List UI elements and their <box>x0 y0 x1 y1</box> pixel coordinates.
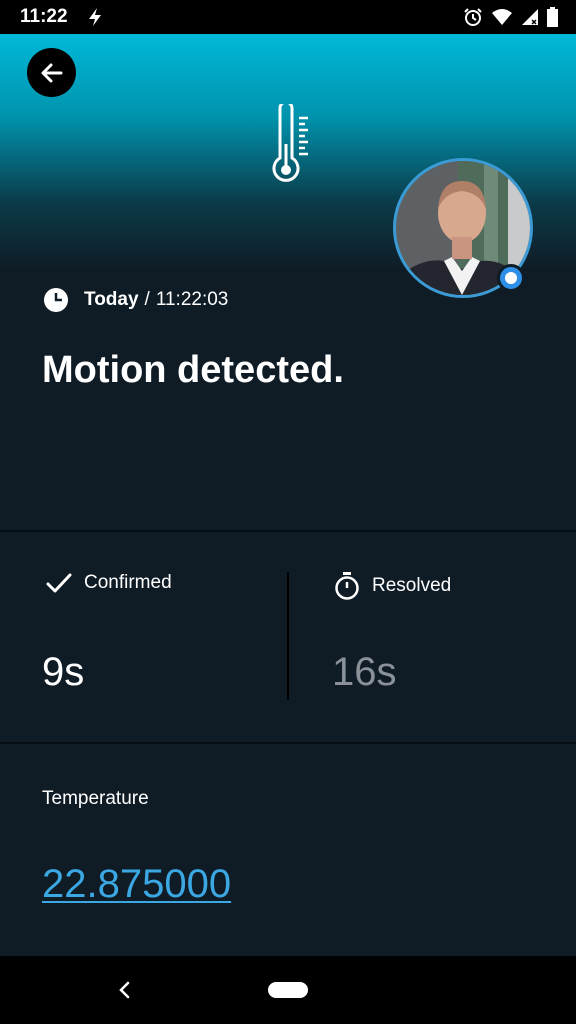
resolved-label-row: Resolved <box>334 572 451 600</box>
event-day: Today <box>84 289 139 310</box>
nav-back-icon[interactable] <box>114 978 134 1002</box>
alarm-icon <box>464 8 482 26</box>
nav-home-button[interactable] <box>268 982 308 998</box>
online-status-indicator <box>497 264 525 292</box>
status-dot-center <box>505 272 517 284</box>
confirmed-label-row: Confirmed <box>46 572 172 594</box>
bolt-icon <box>89 8 101 26</box>
arrow-left-icon <box>41 63 62 82</box>
temperature-label: Temperature <box>42 788 149 809</box>
temperature-value-link[interactable]: 22.875000 <box>42 862 231 907</box>
stats-vertical-divider <box>287 572 289 700</box>
status-bar: 11:22 <box>0 0 576 34</box>
thermometer-icon <box>272 104 308 182</box>
signal-icon <box>522 9 538 25</box>
event-time-row: Today / 11:22:03 <box>43 287 228 313</box>
resolved-label: Resolved <box>372 575 452 596</box>
stopwatch-icon <box>335 572 359 600</box>
resolved-value: 16s <box>332 650 397 694</box>
wifi-icon <box>492 9 512 25</box>
confirmed-stat: Confirmed <box>46 572 172 594</box>
divider-bottom <box>0 742 576 744</box>
event-time: 11:22:03 <box>155 289 229 310</box>
event-title: Motion detected. <box>42 349 344 391</box>
confirmed-label: Confirmed <box>84 572 172 593</box>
event-time-separator: / <box>144 289 150 310</box>
resolved-stat: Resolved <box>334 572 451 600</box>
status-time: 11:22 <box>20 6 68 27</box>
status-icons <box>463 7 558 27</box>
confirmed-value: 9s <box>42 650 85 694</box>
divider-top <box>0 530 576 532</box>
back-button[interactable] <box>27 48 76 97</box>
battery-icon <box>547 7 558 27</box>
clock-icon <box>44 288 68 312</box>
check-icon <box>46 573 72 593</box>
